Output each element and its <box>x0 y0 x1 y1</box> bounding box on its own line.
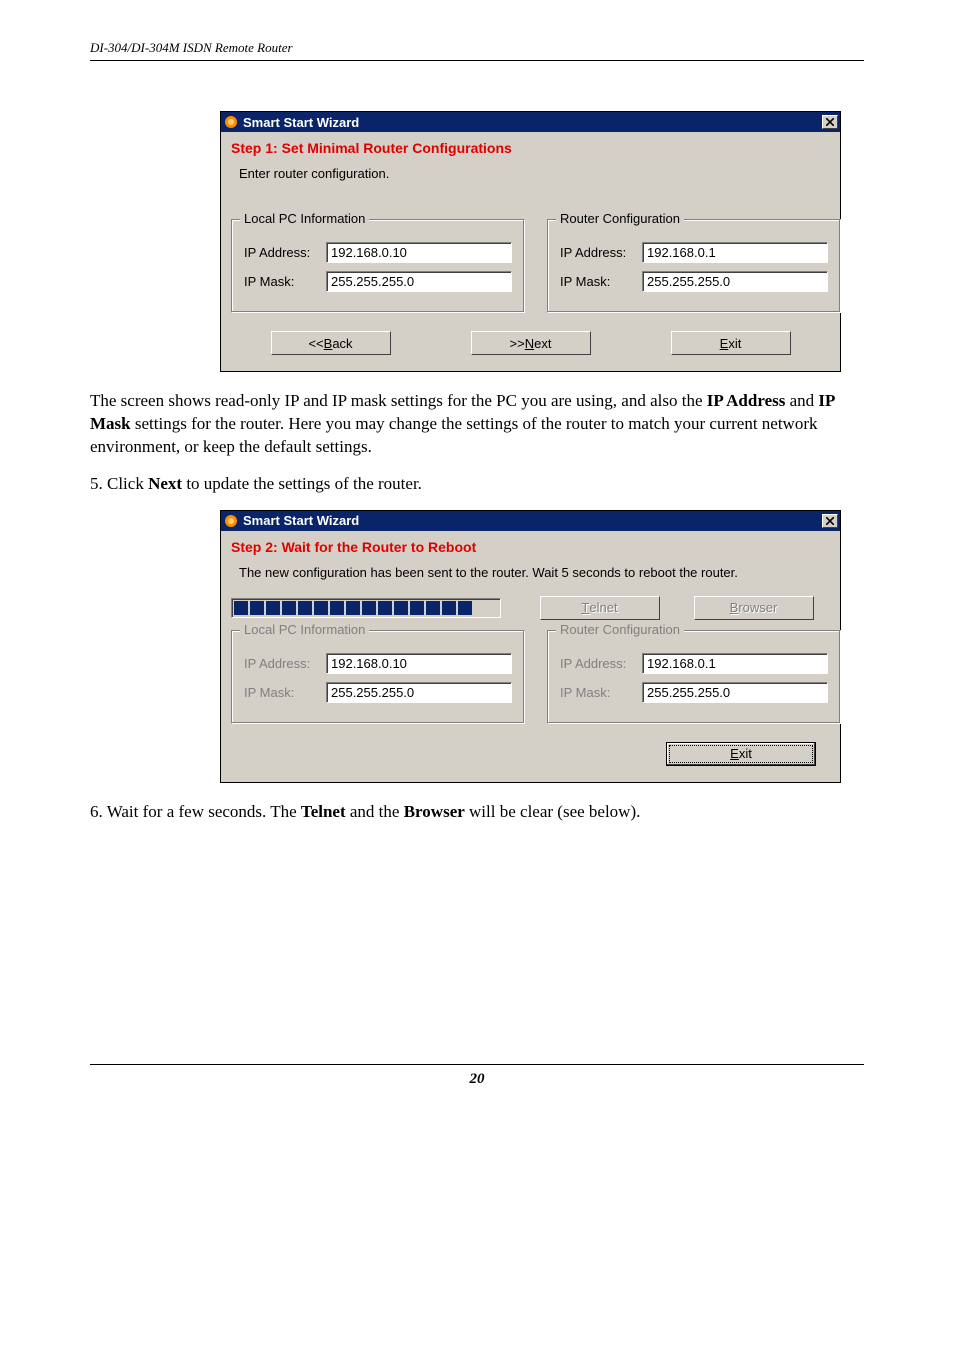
groupbox-legend: Router Configuration <box>556 211 684 226</box>
router-groupbox: Router Configuration IP Address: IP Mask… <box>547 219 841 313</box>
exit-button[interactable]: Exit <box>671 331 791 355</box>
smart-start-wizard-step1: Smart Start Wizard Step 1: Set Minimal R… <box>220 111 841 372</box>
local-pc-groupbox: Local PC Information IP Address: IP Mask… <box>231 630 525 724</box>
local-mask-input[interactable] <box>326 271 512 292</box>
groupbox-legend: Local PC Information <box>240 211 369 226</box>
exit-button[interactable]: Exit <box>666 742 816 766</box>
router-ip-input <box>642 653 828 674</box>
router-ip-input[interactable] <box>642 242 828 263</box>
close-icon[interactable] <box>822 514 838 528</box>
instruction-text: Enter router configuration. <box>221 160 840 211</box>
body-paragraph: 6. Wait for a few seconds. The Telnet an… <box>90 801 864 824</box>
page-header: DI-304/DI-304M ISDN Remote Router <box>90 40 864 61</box>
titlebar: Smart Start Wizard <box>221 112 840 132</box>
browser-button: Browser <box>694 596 814 620</box>
router-mask-input <box>642 682 828 703</box>
window-title: Smart Start Wizard <box>243 115 822 130</box>
telnet-button: Telnet <box>540 596 660 620</box>
ip-mask-label: IP Mask: <box>560 685 642 700</box>
titlebar: Smart Start Wizard <box>221 511 840 531</box>
progress-bar <box>231 598 501 618</box>
back-button[interactable]: <<Back <box>271 331 391 355</box>
ip-address-label: IP Address: <box>244 656 326 671</box>
window-title: Smart Start Wizard <box>243 513 822 528</box>
body-paragraph: 5. Click Next to update the settings of … <box>90 473 864 496</box>
instruction-text: The new configuration has been sent to t… <box>221 559 840 590</box>
ip-mask-label: IP Mask: <box>560 274 642 289</box>
ip-mask-label: IP Mask: <box>244 274 326 289</box>
groupbox-legend: Router Configuration <box>556 622 684 637</box>
router-mask-input[interactable] <box>642 271 828 292</box>
step-title: Step 2: Wait for the Router to Reboot <box>221 531 840 559</box>
router-groupbox: Router Configuration IP Address: IP Mask… <box>547 630 841 724</box>
close-icon[interactable] <box>822 115 838 129</box>
local-mask-input <box>326 682 512 703</box>
ip-mask-label: IP Mask: <box>244 685 326 700</box>
step-title: Step 1: Set Minimal Router Configuration… <box>221 132 840 160</box>
smart-start-wizard-step2: Smart Start Wizard Step 2: Wait for the … <box>220 510 841 783</box>
local-ip-input[interactable] <box>326 242 512 263</box>
page-number: 20 <box>90 1064 864 1088</box>
ip-address-label: IP Address: <box>560 245 642 260</box>
next-button[interactable]: >>Next <box>471 331 591 355</box>
app-icon <box>223 513 239 529</box>
ip-address-label: IP Address: <box>244 245 326 260</box>
app-icon <box>223 114 239 130</box>
groupbox-legend: Local PC Information <box>240 622 369 637</box>
ip-address-label: IP Address: <box>560 656 642 671</box>
body-paragraph: The screen shows read-only IP and IP mas… <box>90 390 864 459</box>
local-ip-input <box>326 653 512 674</box>
local-pc-groupbox: Local PC Information IP Address: IP Mask… <box>231 219 525 313</box>
